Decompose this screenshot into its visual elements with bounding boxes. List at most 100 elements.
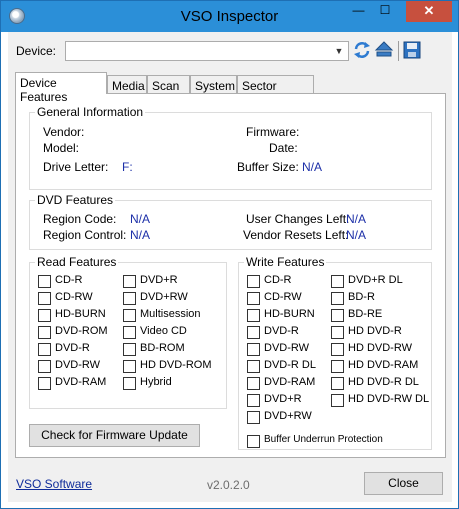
- toolbar-separator: [398, 41, 399, 61]
- checkbox-box[interactable]: [247, 309, 260, 322]
- tab-media[interactable]: Media: [107, 75, 147, 95]
- checkbox-box[interactable]: [331, 275, 344, 288]
- vendor-resets-left-label: Vendor Resets Left:: [243, 228, 349, 242]
- checkbox-box[interactable]: [123, 377, 136, 390]
- checkbox-label: DVD-R: [55, 342, 90, 354]
- checkbox-box[interactable]: [123, 360, 136, 373]
- checkbox-label: DVD-RW: [55, 359, 101, 371]
- checkbox-box[interactable]: [38, 275, 51, 288]
- tab-system[interactable]: System: [190, 75, 237, 95]
- device-label: Device:: [16, 44, 57, 58]
- checkbox-box[interactable]: [38, 309, 51, 322]
- maximize-button[interactable]: ☐: [372, 1, 398, 22]
- tab-scan[interactable]: Scan: [147, 75, 190, 95]
- close-button[interactable]: Close: [364, 472, 443, 495]
- read-features-group: Read Features CD-R CD-RW HD-BURN DVD-ROM DVD…: [29, 255, 227, 409]
- tab-sector-viewer[interactable]: Sector Viewer: [237, 75, 314, 107]
- version-label: v2.0.2.0: [207, 478, 250, 492]
- region-code-value: N/A: [130, 212, 151, 226]
- checkbox-label: HD-BURN: [55, 308, 106, 320]
- eject-button[interactable]: [374, 40, 394, 60]
- checkbox-box[interactable]: [38, 343, 51, 356]
- checkbox-box[interactable]: [123, 343, 136, 356]
- checkbox-box[interactable]: [247, 411, 260, 424]
- buffer-size-label: Buffer Size:: [237, 160, 299, 174]
- checkbox-box[interactable]: [331, 394, 344, 407]
- checkbox-box[interactable]: [331, 377, 344, 390]
- checkbox-box[interactable]: [38, 292, 51, 305]
- date-label: Date:: [269, 141, 298, 155]
- checkbox-box[interactable]: [123, 275, 136, 288]
- checkbox-box[interactable]: [247, 360, 260, 373]
- checkbox-box[interactable]: [247, 292, 260, 305]
- vso-software-link[interactable]: VSO Software: [16, 477, 92, 491]
- checkbox-box[interactable]: [247, 435, 260, 448]
- checkbox-label: DVD-R DL: [264, 359, 316, 371]
- checkbox-box[interactable]: [123, 309, 136, 322]
- checkbox-label: DVD-RAM: [264, 376, 316, 388]
- minimize-icon: —: [352, 3, 365, 17]
- region-code-label: Region Code:: [43, 212, 117, 226]
- read-features-title: Read Features: [35, 255, 119, 269]
- user-changes-left-label: User Changes Left:: [246, 212, 350, 226]
- general-information-group: General Information Vendor: Model: Drive…: [29, 105, 432, 190]
- save-icon: [403, 41, 421, 59]
- checkbox-label: HD DVD-RW: [348, 342, 412, 354]
- checkbox-label: BD-ROM: [140, 342, 185, 354]
- checkbox-box[interactable]: [123, 292, 136, 305]
- firmware-label: Firmware:: [246, 125, 300, 139]
- checkbox-box[interactable]: [38, 377, 51, 390]
- checkbox-label: DVD-R: [264, 325, 299, 337]
- checkbox-label: HD DVD-RAM: [348, 359, 419, 371]
- checkbox-label: BD-R: [348, 291, 375, 303]
- checkbox-label: DVD+R DL: [348, 274, 403, 286]
- vso-inspector-window: VSO Inspector — ☐ ✕ Device: ▼ Device Fea…: [0, 0, 459, 509]
- checkbox-box[interactable]: [331, 326, 344, 339]
- vendor-resets-left-value: N/A: [346, 228, 367, 242]
- device-features-panel: General Information Vendor: Model: Drive…: [15, 93, 446, 458]
- eject-icon: [374, 41, 394, 57]
- chevron-down-icon: ▼: [334, 46, 344, 56]
- checkbox-label: Buffer Underrun Protection: [264, 434, 383, 445]
- checkbox-box[interactable]: [331, 360, 344, 373]
- drive-letter-value: F:: [122, 160, 133, 174]
- checkbox-box[interactable]: [247, 326, 260, 339]
- checkbox-label: HD DVD-RW DL: [348, 393, 430, 405]
- tab-label: System: [195, 79, 236, 93]
- checkbox-box[interactable]: [123, 326, 136, 339]
- checkbox-label: DVD+R: [264, 393, 302, 405]
- checkbox-label: DVD+R: [140, 274, 178, 286]
- checkbox-label: HD-BURN: [264, 308, 315, 320]
- checkbox-label: Multisession: [140, 308, 201, 320]
- checkbox-label: HD DVD-R: [348, 325, 402, 337]
- maximize-icon: ☐: [379, 3, 391, 17]
- device-select[interactable]: ▼: [65, 41, 349, 61]
- minimize-button[interactable]: —: [345, 1, 372, 22]
- checkbox-box[interactable]: [247, 377, 260, 390]
- checkbox-label: DVD+RW: [140, 291, 188, 303]
- drive-letter-label: Drive Letter:: [43, 160, 109, 174]
- checkbox-box[interactable]: [331, 343, 344, 356]
- checkbox-box[interactable]: [38, 360, 51, 373]
- checkbox-box[interactable]: [247, 343, 260, 356]
- refresh-button[interactable]: [352, 40, 372, 60]
- tab-label: Device Features: [20, 76, 68, 104]
- checkbox-box[interactable]: [331, 292, 344, 305]
- save-button[interactable]: [402, 40, 422, 60]
- checkbox-box[interactable]: [331, 309, 344, 322]
- dvd-features-group: DVD Features Region Code: N/A Region Con…: [29, 193, 432, 250]
- title-bar[interactable]: VSO Inspector — ☐ ✕: [1, 1, 458, 32]
- tab-label: Scan: [152, 79, 180, 93]
- checkbox-label: DVD-RW: [264, 342, 310, 354]
- checkbox-box[interactable]: [38, 326, 51, 339]
- tab-device-features[interactable]: Device Features: [15, 72, 107, 104]
- general-information-title: General Information: [35, 105, 146, 119]
- check-firmware-update-button[interactable]: Check for Firmware Update: [29, 424, 200, 447]
- region-control-value: N/A: [130, 228, 151, 242]
- close-window-button[interactable]: ✕: [406, 1, 452, 22]
- checkbox-label: DVD-ROM: [55, 325, 108, 337]
- refresh-icon: [354, 42, 370, 58]
- checkbox-box[interactable]: [247, 394, 260, 407]
- client-area: Device: ▼ Device Features Media Scan Sys…: [8, 32, 452, 502]
- checkbox-box[interactable]: [247, 275, 260, 288]
